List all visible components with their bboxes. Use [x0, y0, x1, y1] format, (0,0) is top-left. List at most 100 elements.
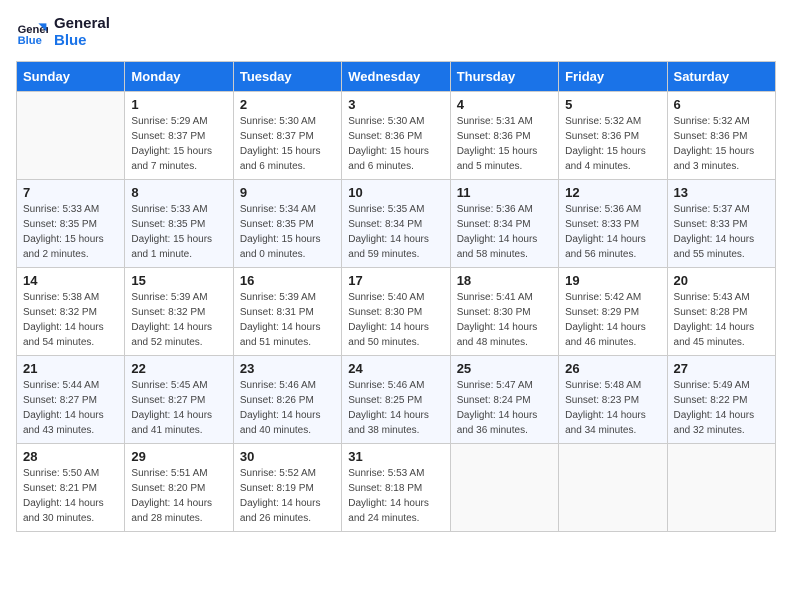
calendar-cell: 7 Sunrise: 5:33 AMSunset: 8:35 PMDaylight…	[17, 180, 125, 268]
day-number: 14	[23, 273, 118, 288]
day-number: 8	[131, 185, 226, 200]
day-info: Sunrise: 5:33 AMSunset: 8:35 PMDaylight:…	[23, 202, 118, 262]
calendar-week-4: 21 Sunrise: 5:44 AMSunset: 8:27 PMDayligh…	[17, 356, 776, 444]
day-number: 21	[23, 361, 118, 376]
svg-text:Blue: Blue	[18, 35, 42, 47]
day-info: Sunrise: 5:46 AMSunset: 8:25 PMDaylight:…	[348, 378, 443, 438]
calendar-cell: 8 Sunrise: 5:33 AMSunset: 8:35 PMDaylight…	[125, 180, 233, 268]
day-number: 24	[348, 361, 443, 376]
calendar-cell: 27 Sunrise: 5:49 AMSunset: 8:22 PMDayligh…	[667, 356, 775, 444]
calendar-week-5: 28 Sunrise: 5:50 AMSunset: 8:21 PMDayligh…	[17, 444, 776, 532]
calendar-cell: 31 Sunrise: 5:53 AMSunset: 8:18 PMDayligh…	[342, 444, 450, 532]
day-number: 31	[348, 449, 443, 464]
day-number: 10	[348, 185, 443, 200]
day-info: Sunrise: 5:50 AMSunset: 8:21 PMDaylight:…	[23, 466, 118, 526]
day-info: Sunrise: 5:38 AMSunset: 8:32 PMDaylight:…	[23, 290, 118, 350]
calendar-cell: 20 Sunrise: 5:43 AMSunset: 8:28 PMDayligh…	[667, 268, 775, 356]
page-header: General Blue General Blue	[16, 16, 776, 49]
weekday-header-tuesday: Tuesday	[233, 62, 341, 92]
day-info: Sunrise: 5:36 AMSunset: 8:33 PMDaylight:…	[565, 202, 660, 262]
logo-blue: Blue	[54, 33, 110, 50]
day-number: 18	[457, 273, 552, 288]
day-info: Sunrise: 5:36 AMSunset: 8:34 PMDaylight:…	[457, 202, 552, 262]
day-number: 22	[131, 361, 226, 376]
calendar-cell: 30 Sunrise: 5:52 AMSunset: 8:19 PMDayligh…	[233, 444, 341, 532]
logo-icon: General Blue	[16, 17, 48, 49]
day-info: Sunrise: 5:53 AMSunset: 8:18 PMDaylight:…	[348, 466, 443, 526]
calendar-cell	[450, 444, 558, 532]
weekday-header-thursday: Thursday	[450, 62, 558, 92]
calendar-cell: 5 Sunrise: 5:32 AMSunset: 8:36 PMDaylight…	[559, 92, 667, 180]
weekday-header-friday: Friday	[559, 62, 667, 92]
day-info: Sunrise: 5:39 AMSunset: 8:32 PMDaylight:…	[131, 290, 226, 350]
day-number: 19	[565, 273, 660, 288]
calendar-cell: 15 Sunrise: 5:39 AMSunset: 8:32 PMDayligh…	[125, 268, 233, 356]
day-info: Sunrise: 5:42 AMSunset: 8:29 PMDaylight:…	[565, 290, 660, 350]
day-info: Sunrise: 5:30 AMSunset: 8:37 PMDaylight:…	[240, 114, 335, 174]
weekday-header-saturday: Saturday	[667, 62, 775, 92]
day-info: Sunrise: 5:40 AMSunset: 8:30 PMDaylight:…	[348, 290, 443, 350]
day-info: Sunrise: 5:48 AMSunset: 8:23 PMDaylight:…	[565, 378, 660, 438]
day-number: 3	[348, 97, 443, 112]
day-number: 29	[131, 449, 226, 464]
day-number: 15	[131, 273, 226, 288]
day-info: Sunrise: 5:49 AMSunset: 8:22 PMDaylight:…	[674, 378, 769, 438]
day-number: 25	[457, 361, 552, 376]
calendar-cell	[17, 92, 125, 180]
calendar-cell: 12 Sunrise: 5:36 AMSunset: 8:33 PMDayligh…	[559, 180, 667, 268]
day-number: 11	[457, 185, 552, 200]
weekday-header-row: SundayMondayTuesdayWednesdayThursdayFrid…	[17, 62, 776, 92]
day-info: Sunrise: 5:52 AMSunset: 8:19 PMDaylight:…	[240, 466, 335, 526]
day-info: Sunrise: 5:44 AMSunset: 8:27 PMDaylight:…	[23, 378, 118, 438]
logo-general: General	[54, 16, 110, 33]
day-info: Sunrise: 5:37 AMSunset: 8:33 PMDaylight:…	[674, 202, 769, 262]
calendar-cell: 14 Sunrise: 5:38 AMSunset: 8:32 PMDayligh…	[17, 268, 125, 356]
day-info: Sunrise: 5:32 AMSunset: 8:36 PMDaylight:…	[565, 114, 660, 174]
calendar-body: 1 Sunrise: 5:29 AMSunset: 8:37 PMDaylight…	[17, 92, 776, 532]
day-number: 28	[23, 449, 118, 464]
calendar-cell: 21 Sunrise: 5:44 AMSunset: 8:27 PMDayligh…	[17, 356, 125, 444]
day-number: 7	[23, 185, 118, 200]
day-number: 27	[674, 361, 769, 376]
day-number: 4	[457, 97, 552, 112]
day-number: 16	[240, 273, 335, 288]
day-number: 30	[240, 449, 335, 464]
calendar-cell: 2Sunrise: 5:30 AMSunset: 8:37 PMDaylight…	[233, 92, 341, 180]
day-info: Sunrise: 5:43 AMSunset: 8:28 PMDaylight:…	[674, 290, 769, 350]
calendar-cell: 11 Sunrise: 5:36 AMSunset: 8:34 PMDayligh…	[450, 180, 558, 268]
day-info: Sunrise: 5:29 AMSunset: 8:37 PMDaylight:…	[131, 114, 226, 174]
calendar-cell: 6Sunrise: 5:32 AMSunset: 8:36 PMDaylight…	[667, 92, 775, 180]
day-info: Sunrise: 5:45 AMSunset: 8:27 PMDaylight:…	[131, 378, 226, 438]
day-number: 6	[674, 97, 769, 112]
day-info: Sunrise: 5:41 AMSunset: 8:30 PMDaylight:…	[457, 290, 552, 350]
day-number: 20	[674, 273, 769, 288]
day-number: 1	[131, 97, 226, 112]
calendar-cell: 16Sunrise: 5:39 AMSunset: 8:31 PMDayligh…	[233, 268, 341, 356]
calendar-week-3: 14 Sunrise: 5:38 AMSunset: 8:32 PMDayligh…	[17, 268, 776, 356]
calendar-cell	[559, 444, 667, 532]
day-number: 12	[565, 185, 660, 200]
logo: General Blue General Blue	[16, 16, 110, 49]
calendar-cell: 18 Sunrise: 5:41 AMSunset: 8:30 PMDayligh…	[450, 268, 558, 356]
weekday-header-sunday: Sunday	[17, 62, 125, 92]
calendar-cell: 28 Sunrise: 5:50 AMSunset: 8:21 PMDayligh…	[17, 444, 125, 532]
calendar-week-2: 7 Sunrise: 5:33 AMSunset: 8:35 PMDaylight…	[17, 180, 776, 268]
day-number: 23	[240, 361, 335, 376]
day-info: Sunrise: 5:33 AMSunset: 8:35 PMDaylight:…	[131, 202, 226, 262]
day-info: Sunrise: 5:46 AMSunset: 8:26 PMDaylight:…	[240, 378, 335, 438]
calendar-cell: 19 Sunrise: 5:42 AMSunset: 8:29 PMDayligh…	[559, 268, 667, 356]
calendar-cell: 10Sunrise: 5:35 AMSunset: 8:34 PMDayligh…	[342, 180, 450, 268]
calendar-table: SundayMondayTuesdayWednesdayThursdayFrid…	[16, 61, 776, 532]
day-number: 13	[674, 185, 769, 200]
calendar-cell: 26Sunrise: 5:48 AMSunset: 8:23 PMDayligh…	[559, 356, 667, 444]
day-number: 5	[565, 97, 660, 112]
calendar-cell: 3 Sunrise: 5:30 AMSunset: 8:36 PMDaylight…	[342, 92, 450, 180]
weekday-header-wednesday: Wednesday	[342, 62, 450, 92]
day-info: Sunrise: 5:30 AMSunset: 8:36 PMDaylight:…	[348, 114, 443, 174]
calendar-cell: 9Sunrise: 5:34 AMSunset: 8:35 PMDaylight…	[233, 180, 341, 268]
weekday-header-monday: Monday	[125, 62, 233, 92]
calendar-cell: 23 Sunrise: 5:46 AMSunset: 8:26 PMDayligh…	[233, 356, 341, 444]
calendar-cell	[667, 444, 775, 532]
day-info: Sunrise: 5:51 AMSunset: 8:20 PMDaylight:…	[131, 466, 226, 526]
day-info: Sunrise: 5:34 AMSunset: 8:35 PMDaylight:…	[240, 202, 335, 262]
